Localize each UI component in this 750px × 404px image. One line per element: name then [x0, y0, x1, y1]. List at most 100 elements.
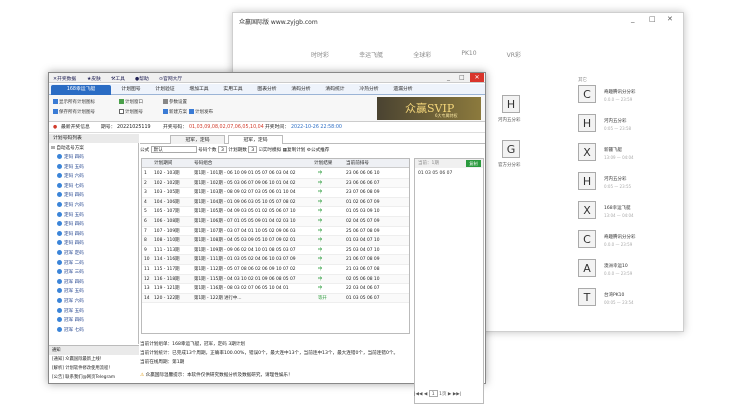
plan-list-item[interactable]: 冠军 四码 [57, 278, 84, 285]
plan-list-item[interactable]: 定码 七码 [57, 182, 84, 189]
last-page-button[interactable]: ▶▶| [453, 392, 461, 397]
table-row[interactable]: 6 106 - 108期 第1期 - 106期 - 07 01 05 05 09 0… [142, 217, 409, 227]
close-button[interactable]: ✕ [667, 15, 673, 23]
close-button[interactable]: ✕ [470, 73, 484, 82]
game-item[interactable]: X 新疆飞艇 13:09 — 04:04 [578, 141, 678, 171]
prev-page-button[interactable]: ◀ [424, 392, 427, 397]
tab-ssc[interactable]: 时时彩 [311, 50, 329, 59]
copy-button[interactable]: 复制 [466, 160, 481, 167]
plan-numbers-checkbox[interactable]: 计划图号 [119, 109, 143, 115]
first-page-button[interactable]: |◀◀ [414, 392, 422, 397]
notice-item[interactable]: [公告] 联系我们@网页Telegram [52, 373, 139, 382]
plan-list-item[interactable]: 定码 六码 [57, 173, 84, 179]
table-row[interactable]: 13 119 - 121期 第1期 - 116期 - 08 03 02 07 06 … [142, 284, 409, 294]
tab-global[interactable]: 全球彩 [413, 50, 431, 59]
tab-clear-stats[interactable]: 清码统计 [319, 85, 351, 95]
tab-missing[interactable]: 遗漏分析 [387, 85, 419, 95]
game-item[interactable]: A 澳洲幸运10 0.0.0 — 23:59 [578, 257, 678, 287]
tab-plan-numbers[interactable]: 计划图号 [115, 85, 147, 95]
subtab-2[interactable]: 冠军，定码 [228, 135, 283, 144]
maximize-button[interactable]: □ [649, 15, 656, 23]
num-count-select[interactable]: 3 [218, 146, 227, 153]
menu-skin[interactable]: ★皮肤 [87, 75, 101, 82]
game-item[interactable]: H 河内五分彩 [498, 95, 568, 135]
game-item[interactable]: C 奇趣腾讯分分彩 0.0.0 — 23:59 [578, 83, 678, 113]
col-span: 计划期间 [154, 161, 173, 166]
plan-list-item[interactable]: 定码 四码 [57, 240, 84, 246]
plan-list-item[interactable]: 定码 四码 [57, 154, 84, 160]
period-count-select[interactable]: 3 [248, 146, 258, 153]
plan-list-item[interactable]: 定码 五码 [57, 211, 84, 218]
tab-vr[interactable]: VR彩 [507, 50, 521, 59]
plan-list-item[interactable]: 冠军 四码 [57, 317, 84, 323]
table-row[interactable]: 2 102 - 102期 第1期 - 102期 - 05 03 06 07 09 0… [142, 178, 409, 189]
tab-clear-analysis[interactable]: 清码分析 [285, 85, 317, 95]
new-plan-button[interactable]: 新建方案 [163, 109, 187, 115]
plan-list-label: 冠军 定码 [64, 251, 84, 256]
menu-help[interactable]: ●帮助 [135, 75, 149, 82]
table-row[interactable]: 7 107 - 109期 第1期 - 107期 - 03 07 04 01 10 0… [142, 227, 409, 237]
tab-xyft[interactable]: 幸运飞艇 [359, 50, 383, 59]
plan-list-item[interactable]: 冠军 二码 [57, 259, 84, 266]
table-row[interactable]: 11 115 - 117期 第1期 - 112期 - 05 07 08 06 02 … [142, 265, 409, 275]
show-all-plans-button[interactable]: 显示所有计划图标 [53, 99, 95, 105]
plan-tree-root[interactable]: ⊟ 自动选号方案 [51, 145, 84, 151]
formula-select[interactable]: 默认 [150, 146, 197, 153]
formula-recommend-button[interactable]: ⚙公式推荐 [307, 148, 330, 153]
next-page-button[interactable]: ▶ [448, 392, 451, 397]
game-item[interactable]: C 奇趣腾讯分分彩 0.0.0 — 23:59 [578, 228, 678, 258]
table-row[interactable]: 14 120 - 122期 第1期 - 122期 进行中... 等开 01 03 05 … [142, 293, 409, 304]
game-item[interactable]: H 河内五分彩 0:05 — 23:58 [578, 112, 678, 142]
game-letter-icon: A [578, 259, 596, 277]
publish-plan-button[interactable]: 计划发布 [189, 109, 213, 115]
game-item[interactable]: H 河内五分彩 0:05 — 23:55 [578, 170, 678, 200]
plan-list-item[interactable]: 定码 四码 [57, 230, 84, 237]
minimize-button[interactable]: _ [447, 74, 450, 81]
notice-item[interactable]: [通知] 众赢国际最新上线！ [52, 355, 139, 364]
plan-list-item[interactable]: 冠军 定码 [57, 250, 84, 256]
plan-list-item[interactable]: 冠军 五码 [57, 307, 84, 314]
svip-banner[interactable]: 众赢SVIP 6大专属特权 [377, 97, 481, 120]
plan-list-item[interactable]: 定码 五码 [57, 163, 84, 170]
tab-hot-cold[interactable]: 冷热分析 [353, 85, 385, 95]
game-item[interactable]: X 168幸运飞艇 13:04 — 04:04 [578, 199, 678, 229]
save-all-plans-button[interactable]: 保存所有计划图号 [53, 109, 95, 115]
param-settings-button[interactable]: 参数设置 [163, 99, 187, 105]
subtab-1[interactable]: 冠军，定码 [170, 135, 225, 144]
plan-list-item[interactable]: 定码 六码 [57, 202, 84, 208]
game-item[interactable]: G 官方分分彩 [498, 140, 568, 180]
copy-plan-button[interactable]: ▦复制计划 [283, 148, 306, 153]
tab-chart-analysis[interactable]: 图表分析 [251, 85, 283, 95]
minimize-button[interactable]: _ [631, 15, 635, 23]
notice-item[interactable]: [解析] 计划软件修改使用流程！ [52, 364, 139, 373]
table-row[interactable]: 4 104 - 106期 第1期 - 104期 - 01 09 06 03 05 1… [142, 197, 409, 208]
menu-lottery-data[interactable]: ✕开奖数据 [53, 75, 76, 82]
table-row[interactable]: 1 102 - 103期 第1期 - 101期 - 06 10 09 01 05 0… [142, 169, 409, 179]
realtime-checkbox[interactable]: ☑实时模拟 [259, 148, 282, 153]
plan-list-item[interactable]: 冠军 六码 [57, 298, 84, 304]
plan-list-item[interactable]: 冠军 五码 [57, 288, 84, 294]
tab-168xyft[interactable]: 168幸运飞艇 [51, 85, 111, 95]
table-row[interactable]: 3 103 - 105期 第1期 - 103期 - 08 09 02 07 03 0… [142, 188, 409, 198]
table-row[interactable]: 8 108 - 110期 第1期 - 108期 - 04 05 03 09 05 1… [142, 236, 409, 246]
cell-res: 中 [318, 257, 323, 263]
tab-pk10[interactable]: PK10 [461, 50, 476, 59]
tab-plan-verify[interactable]: 计划验证 [149, 85, 181, 95]
plan-list-item[interactable]: 定码 四码 [57, 221, 84, 227]
table-row[interactable]: 5 105 - 107期 第1期 - 105期 - 04 09 03 05 01 0… [142, 207, 409, 217]
table-row[interactable]: 10 114 - 116期 第1期 - 111期 - 01 03 05 02 04 … [142, 255, 409, 265]
menu-official-site[interactable]: ⊙官网大厅 [159, 75, 182, 82]
page-input[interactable]: 1 [428, 390, 438, 397]
tab-add-tools[interactable]: 增加工具 [183, 85, 215, 95]
plan-list-item[interactable]: 冠军 三码 [57, 269, 84, 275]
plan-list-label: 定码 六码 [64, 174, 84, 180]
plan-list-item[interactable]: 定码 四码 [57, 192, 84, 198]
tab-util-tools[interactable]: 实用工具 [217, 85, 249, 95]
table-row[interactable]: 9 111 - 113期 第1期 - 109期 - 09 06 02 04 10 0… [142, 246, 409, 256]
plan-list-item[interactable]: 冠军 七码 [57, 326, 84, 333]
game-item[interactable]: T 台湾PK10 00:05 — 23:54 [578, 286, 678, 316]
plan-window-button[interactable]: 计划窗口 [119, 99, 143, 105]
table-row[interactable]: 12 116 - 118期 第1期 - 115期 - 04 03 10 02 01 … [142, 274, 409, 285]
menu-tools[interactable]: ⚒工具 [111, 75, 125, 82]
maximize-button[interactable]: □ [459, 74, 465, 81]
